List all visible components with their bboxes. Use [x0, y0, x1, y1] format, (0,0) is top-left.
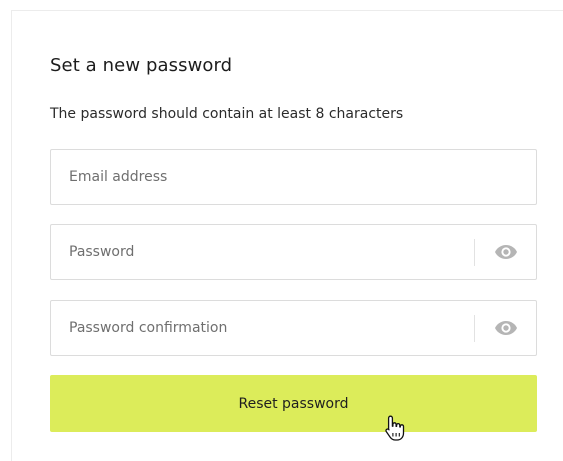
password-confirmation-input[interactable]: [51, 301, 473, 355]
eye-icon[interactable]: [475, 225, 537, 279]
reset-password-page: Set a new password The password should c…: [0, 0, 563, 461]
password-field-wrapper: [50, 224, 537, 280]
reset-password-button[interactable]: Reset password: [50, 375, 537, 432]
email-field-wrapper: [50, 149, 537, 205]
password-confirmation-field-wrapper: [50, 300, 537, 356]
password-input[interactable]: [51, 225, 473, 279]
email-input[interactable]: [51, 150, 536, 204]
page-title: Set a new password: [50, 55, 233, 76]
eye-icon[interactable]: [475, 301, 537, 355]
password-hint: The password should contain at least 8 c…: [50, 106, 404, 122]
